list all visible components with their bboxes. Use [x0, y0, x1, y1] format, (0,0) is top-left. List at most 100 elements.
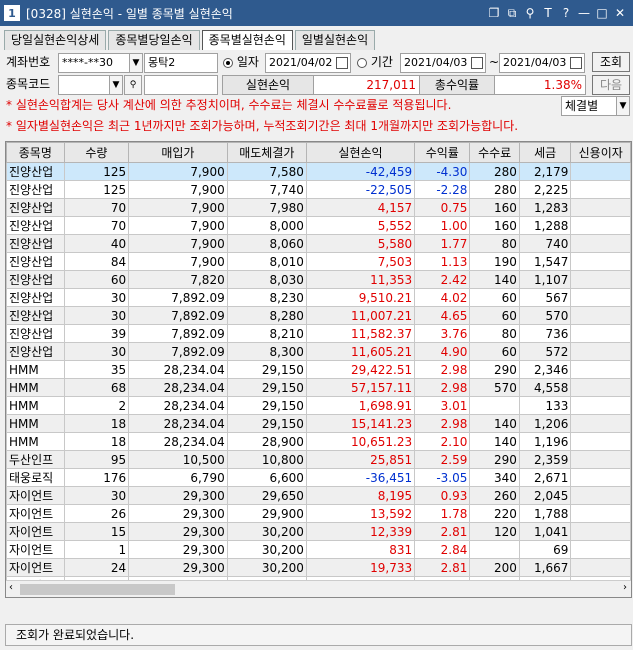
minimize-icon[interactable]: —	[575, 4, 593, 22]
table-row[interactable]: 진양산업 30 7,892.09 8,280 11,007.21 4.65 60 570	[6, 306, 631, 325]
table-row[interactable]: 진양산업 30 7,892.09 8,230 9,510.21 4.02 60 567	[6, 288, 631, 307]
table-row[interactable]: 진양산업 39 7,892.09 8,210 11,582.37 3.76 80 736	[6, 324, 631, 343]
header-sell-price[interactable]: 매도체결가	[226, 142, 307, 163]
restore-icon[interactable]: ❐	[485, 4, 503, 22]
cell-tax: 2,346	[518, 360, 572, 379]
account-number-field[interactable]: ****-**30	[58, 53, 130, 73]
cell-buy-price: 29,300	[128, 558, 228, 577]
table-row[interactable]: 자이언트 26 29,300 29,900 13,592 1.78 220 1,788	[6, 504, 631, 523]
table-row[interactable]: 진양산업 30 7,892.09 8,300 11,605.21 4.90 60 572	[6, 342, 631, 361]
cell-credit-interest	[570, 234, 631, 253]
header-realized-profit[interactable]: 실현손익	[305, 142, 416, 163]
tab-bar: 당일실현손익상세 종목별당일손익 종목별실현손익 일별실현손익	[4, 30, 377, 50]
table-row[interactable]: 진양산업 70 7,900 7,980 4,157 0.75 160 1,283	[6, 198, 631, 217]
scroll-left-icon[interactable]: ‹	[9, 582, 13, 593]
period-radio-icon[interactable]	[357, 57, 367, 68]
header-tax[interactable]: 세금	[518, 142, 572, 163]
tab-stock-realized-profit[interactable]: 종목별실현손익	[201, 30, 293, 50]
cell-buy-price: 28,234.04	[128, 396, 228, 415]
table-row[interactable]: 진양산업 125 7,900 7,740 -22,505 -2.28 280 2,225	[6, 180, 631, 199]
table-row[interactable]: 진양산업 60 7,820 8,030 11,353 2.42 140 1,107	[6, 270, 631, 289]
table-row[interactable]: 자이언트 1 29,300 30,200 831 2.84 69	[6, 540, 631, 559]
header-return-rate[interactable]: 수익률	[414, 142, 471, 163]
cell-quantity: 15	[63, 522, 130, 541]
header-buy-price[interactable]: 매입가	[128, 142, 228, 163]
cell-credit-interest	[570, 540, 631, 559]
help-icon[interactable]: ?	[557, 4, 575, 22]
table-row[interactable]: HMM 18 28,234.04 28,900 10,651.23 2.10 140 1,19…	[6, 432, 631, 451]
table-row[interactable]: 진양산업 84 7,900 8,010 7,503 1.13 190 1,547	[6, 252, 631, 271]
period-from-input[interactable]: 2021/04/03	[400, 53, 486, 73]
table-row[interactable]: 태웅로직 176 6,790 6,600 -36,451 -3.05 340 2,671	[6, 468, 631, 487]
cell-sell-price: 7,980	[226, 198, 307, 217]
date-radio[interactable]: 일자	[223, 52, 259, 72]
cell-sell-price: 8,230	[226, 288, 307, 307]
cell-fee: 340	[469, 468, 520, 487]
calendar-icon[interactable]	[336, 57, 348, 69]
header-credit-interest[interactable]: 신용이자	[570, 142, 631, 163]
cell-credit-interest	[570, 432, 631, 451]
header-fee[interactable]: 수수료	[469, 142, 520, 163]
cell-credit-interest	[570, 198, 631, 217]
cell-sell-price: 8,030	[226, 270, 307, 289]
cell-quantity: 68	[63, 378, 130, 397]
font-icon[interactable]: T	[539, 4, 557, 22]
cell-stock-name: 진양산업	[6, 162, 65, 181]
maximize-icon[interactable]: □	[593, 4, 611, 22]
date-input[interactable]: 2021/04/02	[265, 53, 351, 73]
tab-stock-daily-profit[interactable]: 종목별당일손익	[108, 30, 200, 50]
copy-icon[interactable]: ⧉	[503, 4, 521, 22]
tab-daily-realized-profit[interactable]: 일별실현손익	[294, 30, 376, 50]
link-icon[interactable]: ⚲	[521, 4, 539, 22]
table-row[interactable]: HMM 68 28,234.04 29,150 57,157.11 2.98 570 4,55…	[6, 378, 631, 397]
date-radio-icon[interactable]	[223, 57, 233, 68]
cell-stock-name: 자이언트	[6, 486, 65, 505]
scroll-thumb[interactable]	[20, 584, 175, 595]
scroll-right-icon[interactable]: ›	[623, 582, 627, 593]
cell-realized-profit: 13,592	[305, 504, 416, 523]
cell-tax: 567	[518, 288, 572, 307]
table-row[interactable]: 자이언트 30 29,300 29,650 8,195 0.93 260 2,045	[6, 486, 631, 505]
table-row[interactable]: 진양산업 125 7,900 7,580 -42,459 -4.30 280 2,179	[6, 162, 631, 181]
cell-buy-price: 7,892.09	[128, 306, 228, 325]
table-row[interactable]: 자이언트 24 29,300 30,200 19,733 2.81 200 1,667	[6, 558, 631, 577]
sort-dropdown-icon[interactable]: ▼	[616, 96, 630, 116]
header-quantity[interactable]: 수량	[63, 142, 130, 163]
header-stock-name[interactable]: 종목명	[6, 142, 65, 163]
table-row[interactable]: HMM 2 28,234.04 29,150 1,698.91 3.01 133	[6, 396, 631, 415]
account-dropdown-icon[interactable]: ▼	[129, 53, 143, 73]
cell-quantity: 26	[63, 504, 130, 523]
period-to-input[interactable]: 2021/04/03	[499, 53, 585, 73]
cell-stock-name: 진양산업	[6, 198, 65, 217]
next-button[interactable]: 다음	[592, 75, 630, 95]
cell-credit-interest	[570, 360, 631, 379]
stock-code-dropdown-icon[interactable]: ▼	[109, 75, 123, 95]
cell-quantity: 125	[63, 162, 130, 181]
table-row[interactable]: HMM 35 28,234.04 29,150 29,422.51 2.98 290 2,34…	[6, 360, 631, 379]
cell-stock-name: HMM	[6, 414, 65, 433]
cell-tax: 1,788	[518, 504, 572, 523]
table-row[interactable]: HMM 18 28,234.04 29,150 15,141.23 2.98 140 1,20…	[6, 414, 631, 433]
search-icon[interactable]: ⚲	[124, 75, 142, 95]
stock-code-input[interactable]	[58, 75, 110, 95]
table-row[interactable]: 진양산업 70 7,900 8,000 5,552 1.00 160 1,288	[6, 216, 631, 235]
period-label: 기간	[370, 55, 393, 69]
calendar-icon[interactable]	[471, 57, 483, 69]
cell-fee: 140	[469, 414, 520, 433]
period-radio[interactable]: 기간	[357, 52, 393, 72]
sort-select[interactable]: 체결별	[561, 96, 617, 116]
table-row[interactable]: 두산인프 95 10,500 10,800 25,851 2.59 290 2,359	[6, 450, 631, 469]
query-button[interactable]: 조회	[592, 52, 630, 72]
tab-daily-realized-detail[interactable]: 당일실현손익상세	[4, 30, 107, 50]
cell-stock-name: HMM	[6, 378, 65, 397]
table-row[interactable]: 진양산업 40 7,900 8,060 5,580 1.77 80 740	[6, 234, 631, 253]
close-icon[interactable]: ✕	[611, 4, 629, 22]
horizontal-scrollbar[interactable]: ‹ ›	[6, 580, 631, 597]
cell-tax: 736	[518, 324, 572, 343]
cell-tax: 4,558	[518, 378, 572, 397]
table-row[interactable]: 자이언트 15 29,300 30,200 12,339 2.81 120 1,041	[6, 522, 631, 541]
cell-realized-profit: 19,733	[305, 558, 416, 577]
cell-tax: 1,196	[518, 432, 572, 451]
calendar-icon[interactable]	[570, 57, 582, 69]
cell-stock-name: 자이언트	[6, 504, 65, 523]
